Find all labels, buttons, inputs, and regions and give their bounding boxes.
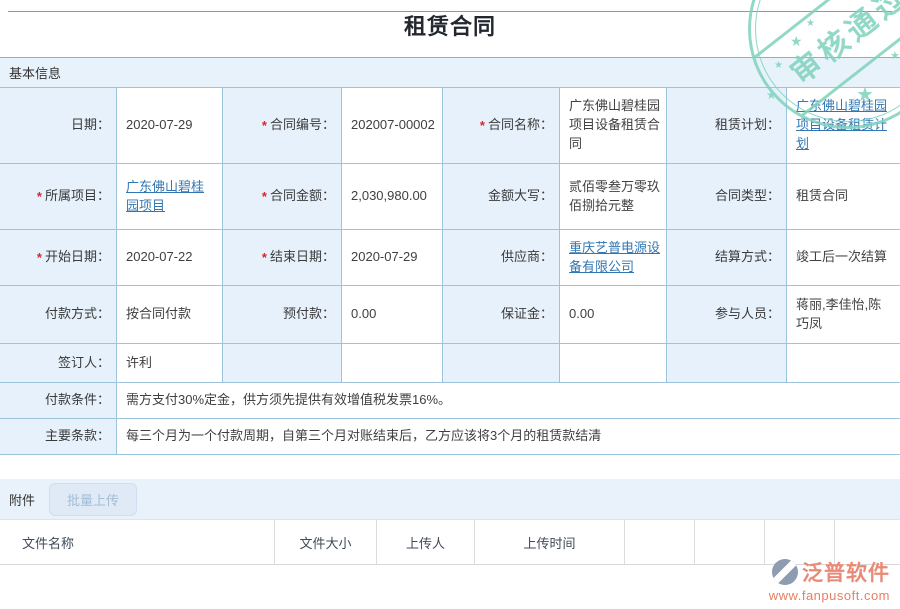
field-signer-value: 许利 bbox=[117, 344, 223, 382]
field-main-clauses-value: 每三个月为一个付款周期，自第三个月对账结束后，乙方应该将3个月的租赁款结清 bbox=[117, 419, 900, 454]
page-title: 租赁合同 bbox=[403, 14, 496, 39]
field-end-date-label: * 结束日期： bbox=[223, 230, 342, 285]
payment-terms-row: 付款条件： 需方支付30%定金，供方须先提供有效增值税发票16%。 bbox=[0, 383, 900, 419]
field-prepayment-value: 0.00 bbox=[342, 286, 443, 343]
field-deposit-label: 保证金： bbox=[443, 286, 560, 343]
batch-upload-button[interactable]: 批量上传 bbox=[49, 482, 138, 516]
lease-plan-link[interactable]: 广东佛山碧桂园项目设备租赁计划 bbox=[796, 97, 894, 154]
basic-info-title: 基本信息 bbox=[9, 66, 62, 81]
field-payment-method-label: 付款方式： bbox=[0, 286, 117, 343]
section-basic-info-header: 基本信息 bbox=[0, 57, 900, 87]
field-contract-type-value: 租赁合同 bbox=[787, 164, 900, 229]
table-row: 签订人： 许利 bbox=[0, 344, 900, 383]
field-contract-name-label: * 合同名称： bbox=[443, 88, 560, 163]
field-project-label: * 所属项目： bbox=[0, 164, 117, 229]
field-amount-words-label: 金额大写： bbox=[443, 164, 560, 229]
project-link[interactable]: 广东佛山碧桂园项目 bbox=[126, 178, 216, 216]
empty-label-cell bbox=[443, 344, 560, 382]
file-name-header: 文件名称 bbox=[0, 520, 275, 564]
empty-label-cell bbox=[667, 344, 787, 382]
field-contract-no-label: * 合同编号： bbox=[223, 88, 342, 163]
field-settlement-label: 结算方式： bbox=[667, 230, 787, 285]
field-prepayment-label: 预付款： bbox=[223, 286, 342, 343]
field-date-value: 2020-07-29 bbox=[117, 88, 223, 163]
table-row: 日期： 2020-07-29 * 合同编号： 202007-00002 * 合同名称… bbox=[0, 88, 900, 164]
field-settlement-value: 竣工后一次结算 bbox=[787, 230, 900, 285]
top-divider bbox=[8, 11, 892, 12]
field-start-date-label: * 开始日期： bbox=[0, 230, 117, 285]
field-amount-value: 2,030,980.00 bbox=[342, 164, 443, 229]
field-amount-words-value: 贰佰零叁万零玖佰捌拾元整 bbox=[560, 164, 667, 229]
field-deposit-value: 0.00 bbox=[560, 286, 667, 343]
field-amount-label: * 合同金额： bbox=[223, 164, 342, 229]
field-project-value: 广东佛山碧桂园项目 bbox=[117, 164, 223, 229]
uploader-header: 上传人 bbox=[377, 520, 475, 564]
field-payment-method-value: 按合同付款 bbox=[117, 286, 223, 343]
field-payment-terms-value: 需方支付30%定金，供方须先提供有效增值税发票16%。 bbox=[117, 383, 900, 418]
empty-header-cell bbox=[625, 520, 695, 564]
attachments-table-header: 文件名称 文件大小 上传人 上传时间 bbox=[0, 519, 900, 564]
table-row: * 所属项目： 广东佛山碧桂园项目 * 合同金额： 2,030,980.00 金额大… bbox=[0, 164, 900, 230]
empty-header-cell bbox=[695, 520, 765, 564]
field-contract-no-value: 202007-00002 bbox=[342, 88, 443, 163]
empty-value-cell bbox=[560, 344, 667, 382]
field-contract-type-label: 合同类型： bbox=[667, 164, 787, 229]
table-row: * 开始日期： 2020-07-22 * 结束日期： 2020-07-29 供应商：… bbox=[0, 230, 900, 286]
field-signer-label: 签订人： bbox=[0, 344, 117, 382]
footer-branding: 泛普软件 www.fanpusoft.com bbox=[769, 557, 890, 603]
upload-time-header: 上传时间 bbox=[475, 520, 625, 564]
field-end-date-value: 2020-07-29 bbox=[342, 230, 443, 285]
supplier-link[interactable]: 重庆艺普电源设备有限公司 bbox=[569, 239, 660, 277]
field-lease-plan-value: 广东佛山碧桂园项目设备租赁计划 bbox=[787, 88, 900, 163]
field-contract-name-value: 广东佛山碧桂园项目设备租赁合同 bbox=[560, 88, 667, 163]
empty-value-cell bbox=[787, 344, 900, 382]
fanpu-logo-icon bbox=[772, 559, 798, 585]
attachments-title: 附件 bbox=[9, 492, 36, 508]
fanpu-website: www.fanpusoft.com bbox=[768, 588, 890, 603]
attachments-section-header: 附件 批量上传 bbox=[0, 479, 900, 519]
basic-info-table: 日期： 2020-07-29 * 合同编号： 202007-00002 * 合同名称… bbox=[0, 87, 900, 455]
field-lease-plan-label: 租赁计划： bbox=[667, 88, 787, 163]
fanpu-brand: 泛普软件 bbox=[802, 562, 890, 585]
field-date-label: 日期： bbox=[0, 88, 117, 163]
field-participants-label: 参与人员： bbox=[667, 286, 787, 343]
field-payment-terms-label: 付款条件： bbox=[0, 383, 117, 418]
field-main-clauses-label: 主要条款： bbox=[0, 419, 117, 454]
table-row: 付款方式： 按合同付款 预付款： 0.00 保证金： 0.00 参与人员： 蒋丽… bbox=[0, 286, 900, 344]
field-start-date-value: 2020-07-22 bbox=[117, 230, 223, 285]
field-supplier-value: 重庆艺普电源设备有限公司 bbox=[560, 230, 667, 285]
empty-label-cell bbox=[223, 344, 342, 382]
main-clauses-row: 主要条款： 每三个月为一个付款周期，自第三个月对账结束后，乙方应该将3个月的租赁… bbox=[0, 419, 900, 455]
field-supplier-label: 供应商： bbox=[443, 230, 560, 285]
field-participants-value: 蒋丽,李佳怡,陈巧凤 bbox=[787, 286, 900, 343]
file-size-header: 文件大小 bbox=[275, 520, 377, 564]
attachments-table: 文件名称 文件大小 上传人 上传时间 bbox=[0, 519, 900, 565]
empty-value-cell bbox=[342, 344, 443, 382]
